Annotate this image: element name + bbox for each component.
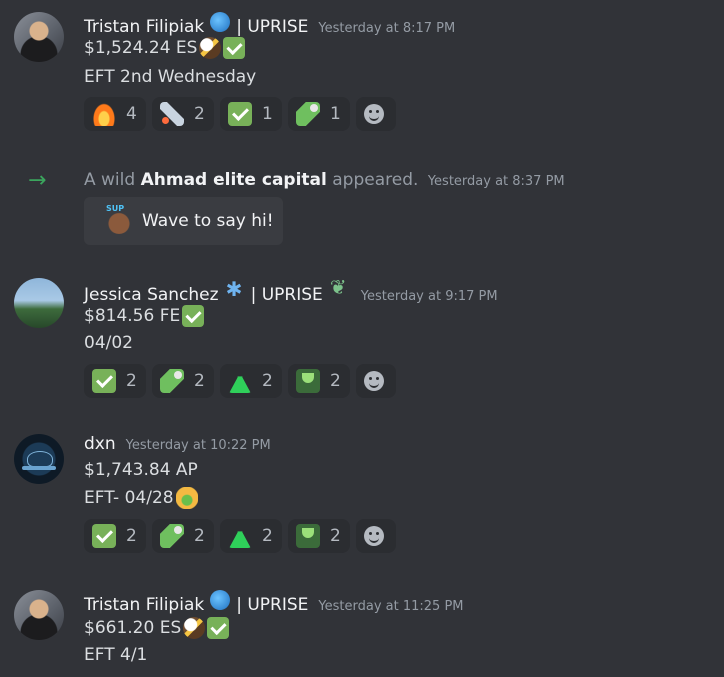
role-tag: | UPRISE bbox=[236, 17, 309, 37]
reaction-flask[interactable]: 2 bbox=[220, 519, 282, 553]
reaction-money[interactable]: 1 bbox=[288, 97, 350, 131]
join-prefix: A wild bbox=[84, 170, 136, 190]
reaction-count: 2 bbox=[194, 371, 205, 391]
check-mark-icon bbox=[92, 369, 116, 393]
reaction-count: 1 bbox=[330, 104, 341, 124]
timestamp[interactable]: Yesterday at 10:22 PM bbox=[126, 438, 271, 453]
check-mark-icon bbox=[207, 617, 230, 639]
join-username[interactable]: Ahmad elite capital bbox=[141, 170, 327, 190]
trophy-icon bbox=[296, 524, 320, 548]
reaction-check[interactable]: 2 bbox=[84, 364, 146, 398]
timestamp[interactable]: Yesterday at 11:25 PM bbox=[318, 599, 463, 614]
reaction-count: 2 bbox=[330, 526, 341, 546]
reaction-check[interactable]: 2 bbox=[84, 519, 146, 553]
reaction-count: 4 bbox=[126, 104, 137, 124]
check-mark-icon bbox=[228, 102, 252, 126]
message-content: EFT- 04/28 bbox=[84, 487, 198, 509]
message-text: $661.20 ES bbox=[84, 618, 182, 638]
money-with-wings-icon bbox=[160, 369, 184, 393]
reactions-bar: 2 2 2 2 bbox=[84, 364, 396, 398]
message-text: $1,524.24 ES bbox=[84, 38, 198, 58]
reaction-count: 2 bbox=[194, 104, 205, 124]
timestamp[interactable]: Yesterday at 8:17 PM bbox=[318, 21, 455, 36]
reaction-rocket[interactable]: 2 bbox=[152, 97, 214, 131]
join-arrow-icon: → bbox=[28, 168, 47, 193]
reaction-money[interactable]: 2 bbox=[152, 519, 214, 553]
username[interactable]: Tristan Filipiak bbox=[84, 595, 204, 615]
globe-icon bbox=[210, 12, 231, 32]
plant-icon bbox=[329, 275, 351, 300]
message-content: $1,524.24 ES bbox=[84, 37, 246, 59]
message-1: Tristan Filipiak | UPRISE Yesterday at 8… bbox=[0, 0, 724, 140]
reaction-count: 2 bbox=[262, 371, 273, 391]
add-reaction-button[interactable] bbox=[356, 97, 396, 131]
globe-icon bbox=[210, 590, 231, 610]
flask-icon bbox=[229, 369, 251, 393]
username[interactable]: Tristan Filipiak bbox=[84, 17, 204, 37]
reaction-money[interactable]: 2 bbox=[152, 364, 214, 398]
reaction-count: 2 bbox=[126, 371, 137, 391]
avatar[interactable] bbox=[14, 434, 64, 484]
smiley-icon bbox=[364, 526, 384, 546]
avatar[interactable] bbox=[14, 278, 64, 328]
timestamp[interactable]: Yesterday at 8:37 PM bbox=[428, 174, 565, 189]
flask-icon bbox=[229, 524, 251, 548]
message-line: 04/02 bbox=[84, 333, 133, 353]
message-content: $661.20 ES bbox=[84, 617, 230, 639]
reaction-count: 2 bbox=[262, 526, 273, 546]
join-suffix: appeared. bbox=[332, 170, 419, 190]
timestamp[interactable]: Yesterday at 9:17 PM bbox=[361, 289, 498, 304]
reaction-count: 2 bbox=[126, 526, 137, 546]
money-with-wings-icon bbox=[296, 102, 320, 126]
message-content: $814.56 FE bbox=[84, 305, 205, 327]
username[interactable]: Jessica Sanchez bbox=[84, 285, 219, 305]
message-line: $1,743.84 AP bbox=[84, 460, 198, 480]
reaction-trophy[interactable]: 2 bbox=[288, 364, 350, 398]
rocket-icon bbox=[160, 102, 184, 126]
logo-bar bbox=[22, 466, 56, 470]
eagle-icon bbox=[183, 617, 206, 639]
avatar[interactable] bbox=[14, 590, 64, 640]
wave-label: Wave to say hi! bbox=[142, 211, 274, 231]
smiley-icon bbox=[364, 371, 384, 391]
add-reaction-button[interactable] bbox=[356, 519, 396, 553]
role-tag: | UPRISE bbox=[236, 595, 309, 615]
message-line: EFT 2nd Wednesday bbox=[84, 67, 257, 87]
check-mark-icon bbox=[182, 305, 205, 327]
money-with-wings-icon bbox=[160, 524, 184, 548]
trophy-icon bbox=[296, 369, 320, 393]
snowflake-icon bbox=[225, 277, 245, 301]
username[interactable]: dxn bbox=[84, 434, 116, 454]
add-reaction-button[interactable] bbox=[356, 364, 396, 398]
nauseated-face-icon bbox=[175, 487, 198, 509]
check-mark-icon bbox=[92, 524, 116, 548]
reaction-check[interactable]: 1 bbox=[220, 97, 282, 131]
wave-button[interactable]: Wave to say hi! bbox=[84, 197, 283, 245]
avatar[interactable] bbox=[14, 12, 64, 62]
smiley-icon bbox=[364, 104, 384, 124]
check-mark-icon bbox=[223, 37, 246, 59]
role-tag: | UPRISE bbox=[250, 285, 323, 305]
helmet-logo-icon bbox=[27, 451, 53, 467]
reaction-count: 1 bbox=[262, 104, 273, 124]
message-text: $814.56 FE bbox=[84, 306, 181, 326]
reaction-flask[interactable]: 2 bbox=[220, 364, 282, 398]
fire-icon bbox=[92, 102, 116, 126]
message-line: EFT 4/1 bbox=[84, 645, 148, 665]
reaction-count: 2 bbox=[194, 526, 205, 546]
reactions-bar: 2 2 2 2 bbox=[84, 519, 396, 553]
reaction-count: 2 bbox=[330, 371, 341, 391]
reaction-fire[interactable]: 4 bbox=[84, 97, 146, 131]
join-message: A wild Ahmad elite capital appeared. Yes… bbox=[84, 170, 565, 190]
reactions-bar: 4 2 1 1 bbox=[84, 97, 396, 131]
reaction-trophy[interactable]: 2 bbox=[288, 519, 350, 553]
message-text: EFT- 04/28 bbox=[84, 488, 174, 508]
eagle-icon bbox=[199, 37, 222, 59]
wave-sticker-icon bbox=[106, 204, 132, 234]
